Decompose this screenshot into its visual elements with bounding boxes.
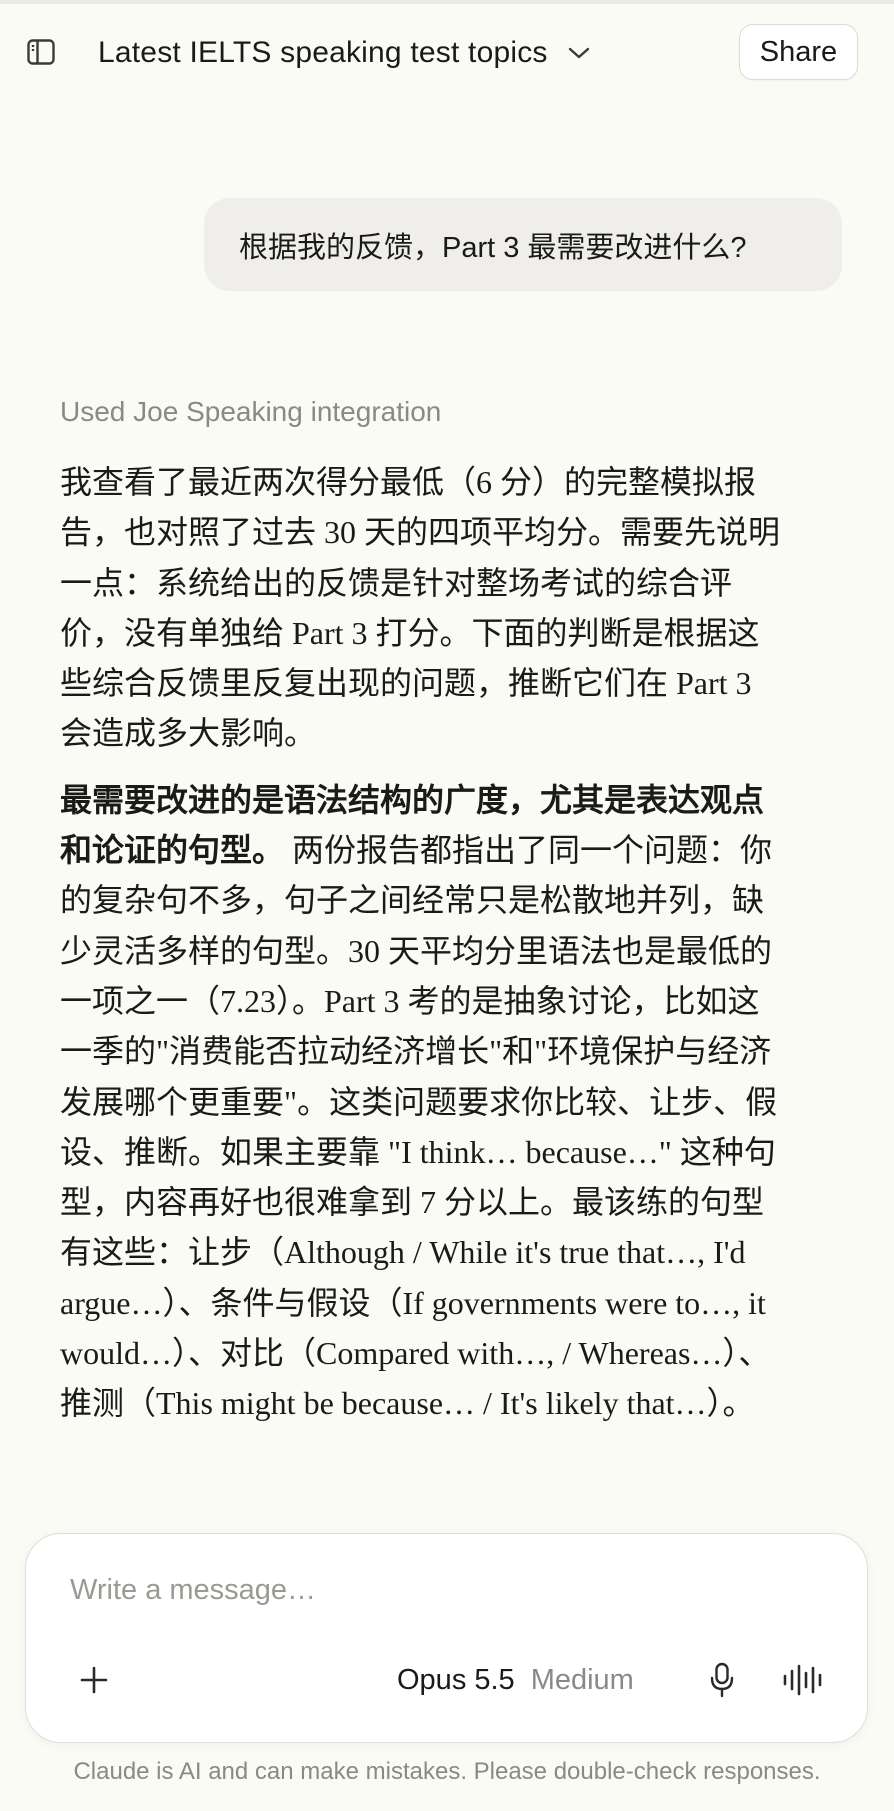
voice-mode-button[interactable] xyxy=(782,1660,826,1700)
model-name: Opus 5.5 xyxy=(397,1663,515,1696)
top-bar: Latest IELTS speaking test topics Share xyxy=(0,0,894,100)
plus-icon xyxy=(80,1666,108,1694)
chevron-down-icon xyxy=(568,41,592,65)
microphone-icon xyxy=(710,1662,734,1698)
share-button[interactable]: Share xyxy=(739,24,858,80)
voice-waveform-icon xyxy=(783,1664,822,1696)
sidebar-panel-icon xyxy=(27,39,55,65)
assistant-response: 我查看了最近两次得分最低（6 分）的完整模拟报告，也对照了过去 30 天的四项平… xyxy=(60,457,785,1429)
message-composer: Opus 5.5 Medium xyxy=(25,1533,868,1743)
response-paragraph-text: 两份报告都指出了同一个问题：你的复杂句不多，句子之间经常只是松散地并列，缺少灵活… xyxy=(60,832,778,1422)
user-message-text: 根据我的反馈，Part 3 最需要改进什么? xyxy=(239,231,747,264)
response-paragraph: 我查看了最近两次得分最低（6 分）的完整模拟报告，也对照了过去 30 天的四项平… xyxy=(60,464,781,752)
user-message-bubble: 根据我的反馈，Part 3 最需要改进什么? xyxy=(204,198,842,291)
message-input[interactable] xyxy=(70,1574,810,1607)
model-selector[interactable]: Opus 5.5 Medium xyxy=(397,1660,634,1700)
add-attachment-button[interactable] xyxy=(76,1662,112,1698)
conversation-title-menu[interactable]: Latest IELTS speaking test topics xyxy=(98,32,592,74)
sidebar-toggle-button[interactable] xyxy=(26,37,56,67)
response-paragraph: 最需要改进的是语法结构的广度，尤其是表达观点和论证的句型。 两份报告都指出了同一… xyxy=(60,775,785,1429)
microphone-button[interactable] xyxy=(702,1660,742,1700)
conversation-title: Latest IELTS speaking test topics xyxy=(98,36,548,69)
effort-level: Medium xyxy=(530,1663,634,1696)
tool-use-indicator[interactable]: Used Joe Speaking integration xyxy=(60,396,441,428)
disclaimer-text: Claude is AI and can make mistakes. Plea… xyxy=(73,1758,821,1785)
